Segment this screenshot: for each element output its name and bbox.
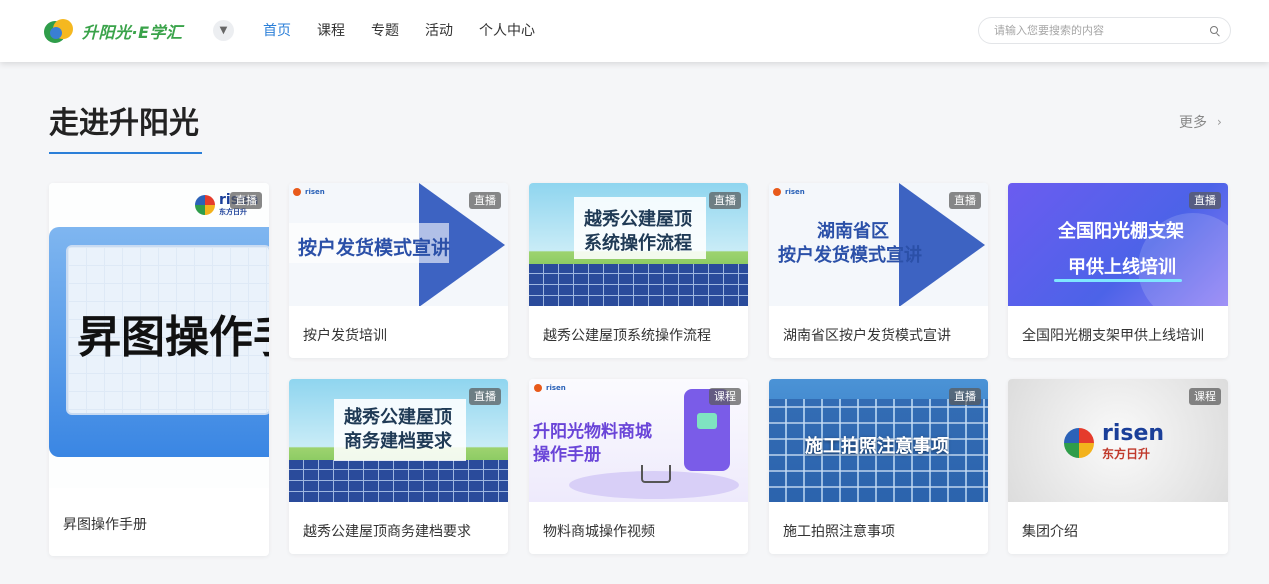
- more-label: 更多: [1179, 115, 1207, 131]
- card-title: 昇图操作手册: [63, 517, 147, 533]
- card-title: 集团介绍: [1022, 524, 1078, 540]
- thumb-text: 施工拍照注意事项: [805, 436, 949, 457]
- live-badge: 直播: [230, 192, 262, 209]
- course-badge: 课程: [1189, 388, 1221, 405]
- live-badge: 直播: [469, 192, 501, 209]
- course-badge: 课程: [709, 388, 741, 405]
- thumb-text: 按户发货模式宣讲: [298, 237, 451, 259]
- more-link[interactable]: 更多 ›: [1179, 112, 1222, 132]
- top-header: 升阳光·E学汇 ▼ 首页 课程 专题 活动 个人中心: [0, 0, 1269, 62]
- card-thumbnail: 越秀公建屋顶 商务建档要求 直播: [289, 379, 508, 502]
- thumb-text: 按户发货模式宣讲: [778, 245, 922, 266]
- thumb-text: 升阳光物料商城: [533, 422, 652, 442]
- search-icon[interactable]: [1210, 25, 1220, 37]
- card-thumbnail: risen 升阳光物料商城 操作手册 课程: [529, 379, 748, 502]
- chevron-down-icon[interactable]: ▼: [213, 20, 234, 41]
- card-thumbnail: risen 按户发货模式宣讲 直播: [289, 183, 508, 306]
- course-card[interactable]: risen 升阳光物料商城 操作手册 课程 物料商城操作视频: [529, 379, 748, 554]
- course-card[interactable]: risen 东方日升 昇图操作手 直播 昇图操作手册: [49, 183, 269, 556]
- nav-item-topics[interactable]: 专题: [371, 20, 399, 42]
- thumb-text: 湖南省区: [817, 221, 889, 242]
- live-badge: 直播: [709, 192, 741, 209]
- card-title: 越秀公建屋顶商务建档要求: [303, 524, 471, 540]
- card-thumbnail: risen 东方日升 课程: [1008, 379, 1228, 502]
- card-title: 全国阳光棚支架甲供上线培训: [1022, 328, 1204, 344]
- section-title: 走进升阳光: [49, 106, 199, 141]
- course-card[interactable]: 越秀公建屋顶 商务建档要求 直播 越秀公建屋顶商务建档要求: [289, 379, 508, 554]
- live-badge: 直播: [469, 388, 501, 405]
- live-badge: 直播: [1189, 192, 1221, 209]
- course-card[interactable]: 施工拍照注意事项 直播 施工拍照注意事项: [769, 379, 988, 554]
- card-title: 物料商城操作视频: [543, 524, 655, 540]
- site-logo[interactable]: 升阳光·E学汇: [44, 17, 183, 45]
- thumb-text: 操作手册: [533, 445, 601, 465]
- card-title: 湖南省区按户发货模式宣讲: [783, 328, 951, 344]
- chevron-right-icon: ›: [1217, 115, 1222, 129]
- thumb-text: 全国阳光棚支架: [1058, 221, 1184, 242]
- course-card[interactable]: 全国阳光棚支架 甲供上线培训 直播 全国阳光棚支架甲供上线培训: [1008, 183, 1228, 358]
- logo-mark-icon: [44, 17, 74, 45]
- card-title: 按户发货培训: [303, 328, 387, 344]
- nav-item-personal-center[interactable]: 个人中心: [479, 20, 535, 42]
- brand-logo: risen 东方日升: [1064, 423, 1164, 462]
- course-card[interactable]: risen 湖南省区 按户发货模式宣讲 直播 湖南省区按户发货模式宣讲: [769, 183, 988, 358]
- thumb-text: 商务建档要求: [344, 431, 452, 452]
- thumb-text: 越秀公建屋顶: [344, 407, 452, 428]
- lock-icon: [697, 413, 717, 429]
- logo-text: 升阳光·E学汇: [82, 23, 183, 42]
- cart-icon: [641, 465, 671, 483]
- section-title-underline: [49, 152, 202, 154]
- thumb-text: 昇图操作手: [77, 312, 269, 363]
- nav-item-activities[interactable]: 活动: [425, 20, 453, 42]
- nav-item-courses[interactable]: 课程: [317, 20, 345, 42]
- search-input[interactable]: [994, 24, 1210, 37]
- course-card[interactable]: risen 按户发货模式宣讲 直播 按户发货培训: [289, 183, 508, 358]
- card-title: 越秀公建屋顶系统操作流程: [543, 328, 711, 344]
- main-nav: 首页 课程 专题 活动 个人中心: [263, 20, 561, 42]
- thumb-text: 系统操作流程: [584, 233, 692, 254]
- live-badge: 直播: [949, 388, 981, 405]
- card-thumbnail: 施工拍照注意事项 直播: [769, 379, 988, 502]
- card-thumbnail: risen 湖南省区 按户发货模式宣讲 直播: [769, 183, 988, 306]
- card-thumbnail: risen 东方日升 昇图操作手 直播: [49, 183, 269, 488]
- live-badge: 直播: [949, 192, 981, 209]
- card-thumbnail: 全国阳光棚支架 甲供上线培训 直播: [1008, 183, 1228, 306]
- course-card[interactable]: risen 东方日升 课程 集团介绍: [1008, 379, 1228, 554]
- search-box: [978, 17, 1231, 44]
- card-title: 施工拍照注意事项: [783, 524, 895, 540]
- thumb-text: 甲供上线培训: [1068, 257, 1176, 278]
- nav-item-home[interactable]: 首页: [263, 20, 291, 42]
- course-card[interactable]: 越秀公建屋顶 系统操作流程 直播 越秀公建屋顶系统操作流程: [529, 183, 748, 358]
- thumb-text: 越秀公建屋顶: [584, 209, 692, 230]
- card-thumbnail: 越秀公建屋顶 系统操作流程 直播: [529, 183, 748, 306]
